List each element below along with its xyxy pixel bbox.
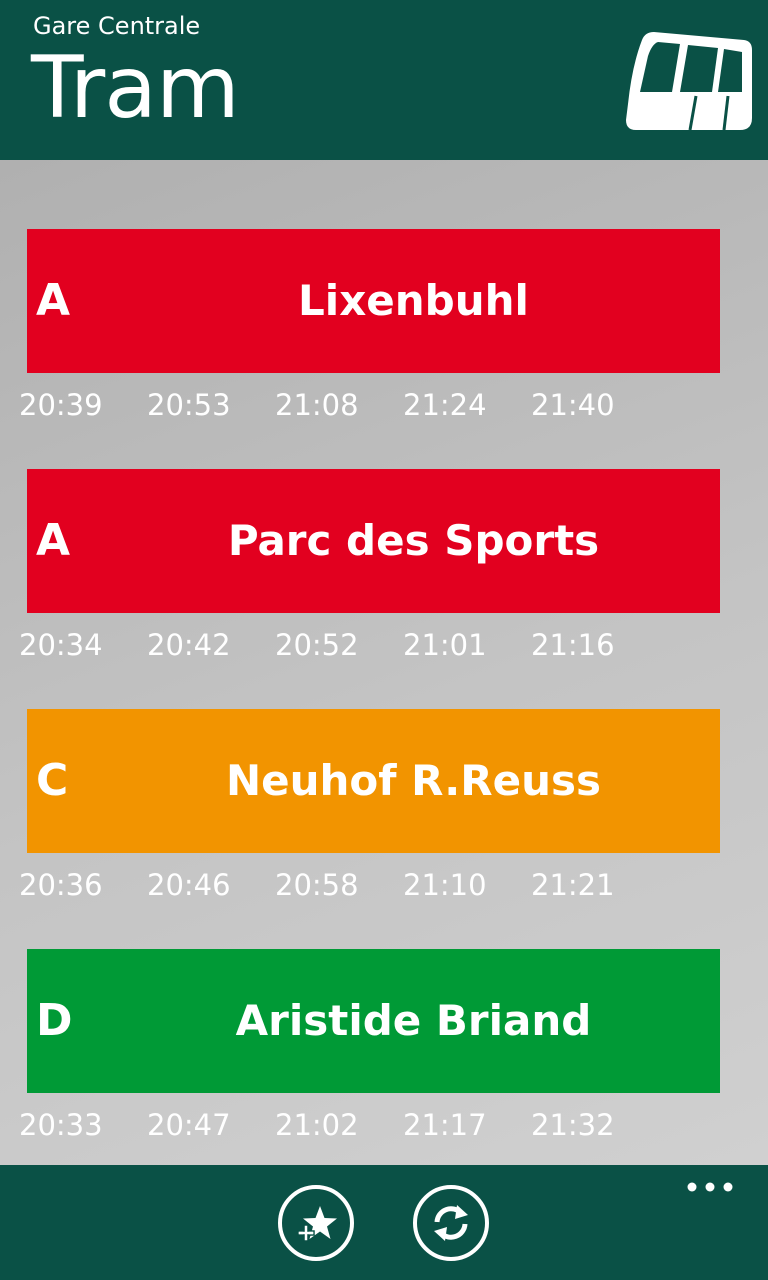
departure-time: 21:21 — [531, 868, 615, 902]
star-plus-icon — [297, 1206, 337, 1242]
route-line-label: A — [36, 275, 71, 326]
route-line-label: C — [36, 755, 69, 806]
departure-time: 21:16 — [531, 628, 615, 662]
route-card[interactable]: C Neuhof R.Reuss — [27, 709, 720, 853]
page-title: Tram — [31, 38, 240, 138]
departure-time: 21:24 — [403, 388, 487, 422]
app-bar — [0, 1165, 768, 1280]
departure-time: 20:52 — [275, 628, 359, 662]
refresh-button[interactable] — [413, 1185, 489, 1261]
tram-icon — [626, 32, 752, 131]
departures-list: A Lixenbuhl 20:39 20:53 21:08 21:24 21:4… — [0, 160, 768, 1165]
departure-time: 21:17 — [403, 1108, 487, 1142]
departure-time: 20:58 — [275, 868, 359, 902]
departure-times: 20:36 20:46 20:58 21:10 21:21 — [19, 865, 759, 905]
refresh-icon — [434, 1205, 468, 1241]
more-dots-icon[interactable] — [684, 1175, 736, 1205]
route-line-label: A — [36, 515, 71, 566]
departure-time: 21:01 — [403, 628, 487, 662]
departure-time: 21:10 — [403, 868, 487, 902]
route-destination: Neuhof R.Reuss — [226, 756, 601, 805]
departure-time: 21:40 — [531, 388, 615, 422]
header: Gare Centrale Tram — [0, 0, 768, 160]
departure-times: 20:34 20:42 20:52 21:01 21:16 — [19, 625, 759, 665]
route-card[interactable]: A Parc des Sports — [27, 469, 720, 613]
station-name: Gare Centrale — [33, 12, 201, 40]
route-destination: Aristide Briand — [235, 996, 592, 1045]
departure-time: 20:34 — [19, 628, 103, 662]
departure-time: 20:47 — [147, 1108, 231, 1142]
departure-time: 21:32 — [531, 1108, 615, 1142]
add-favorite-button[interactable] — [278, 1185, 354, 1261]
departure-times: 20:39 20:53 21:08 21:24 21:40 — [19, 385, 759, 425]
departure-time: 20:46 — [147, 868, 231, 902]
route-line-label: D — [36, 995, 73, 1046]
departure-times: 20:33 20:47 21:02 21:17 21:32 — [19, 1105, 759, 1145]
departure-time: 21:02 — [275, 1108, 359, 1142]
departure-time: 20:39 — [19, 388, 103, 422]
route-destination: Parc des Sports — [227, 516, 600, 565]
route-card[interactable]: A Lixenbuhl — [27, 229, 720, 373]
route-card[interactable]: D Aristide Briand — [27, 949, 720, 1093]
route-destination: Lixenbuhl — [298, 276, 529, 325]
departure-time: 20:53 — [147, 388, 231, 422]
departure-time: 21:08 — [275, 388, 359, 422]
departure-time: 20:33 — [19, 1108, 103, 1142]
departure-time: 20:36 — [19, 868, 103, 902]
departure-time: 20:42 — [147, 628, 231, 662]
